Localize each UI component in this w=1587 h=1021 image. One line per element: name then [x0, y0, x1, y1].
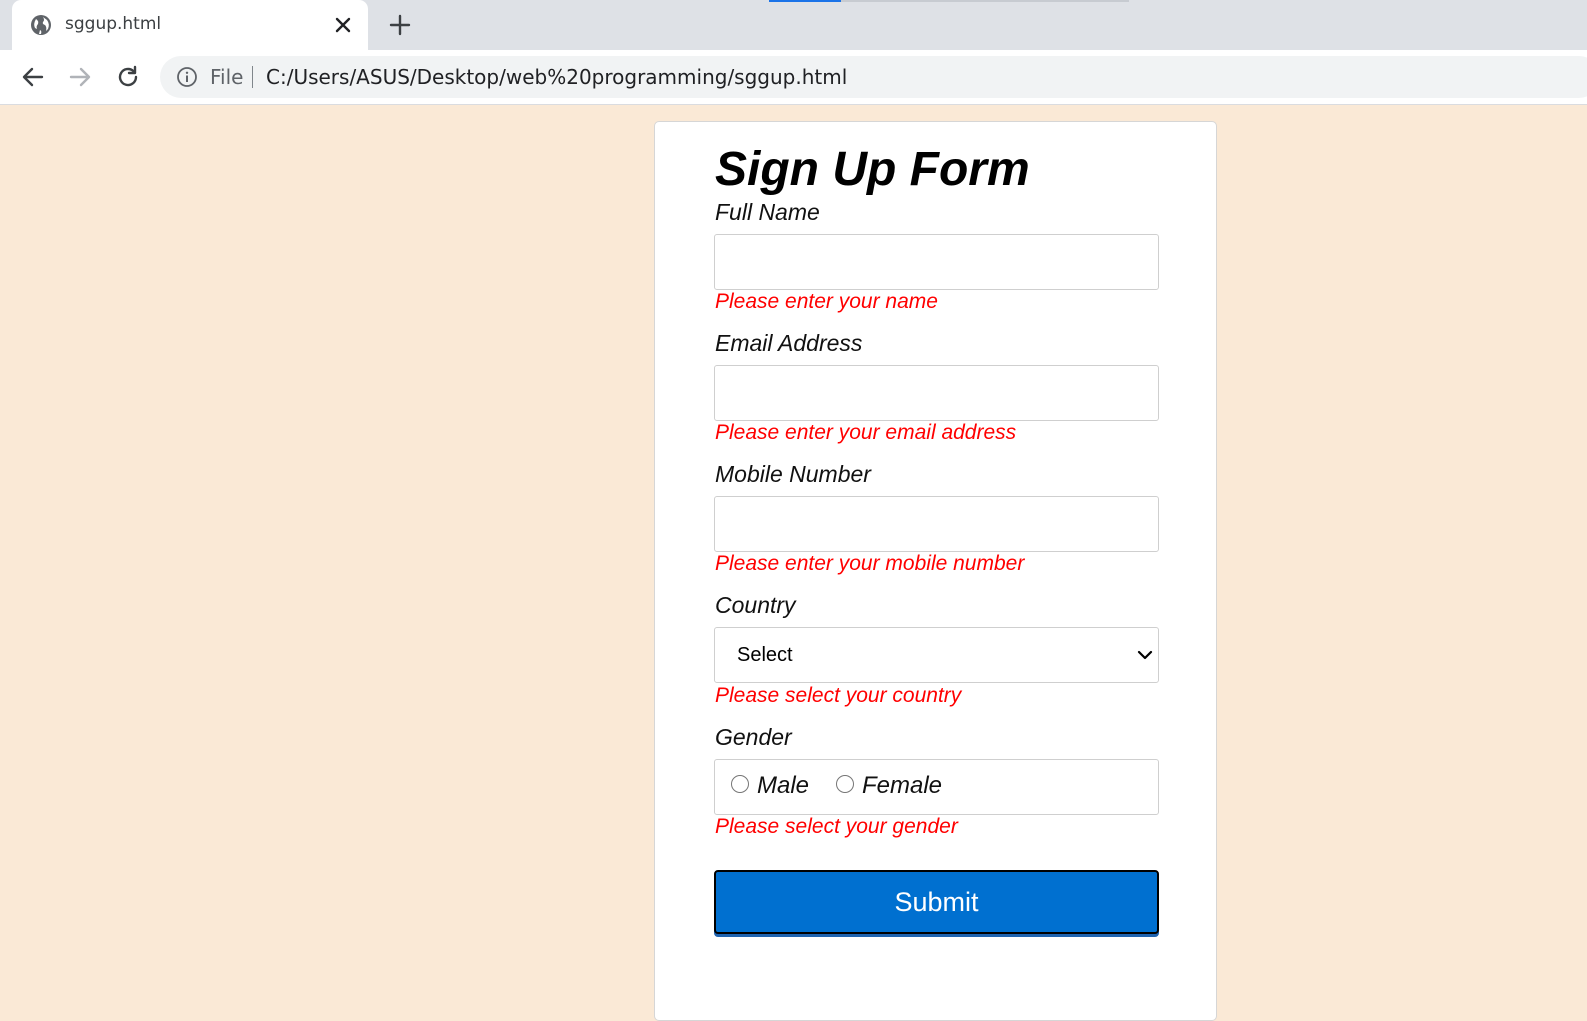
page-title: Sign Up Form [715, 143, 1030, 196]
female-radio-label[interactable]: Female [862, 772, 942, 800]
email-input[interactable] [714, 365, 1159, 421]
full-name-label: Full Name [715, 199, 820, 225]
country-label: Country [715, 592, 796, 618]
tab-title: sggup.html [65, 14, 162, 34]
back-arrow-icon[interactable] [20, 64, 46, 90]
female-radio[interactable] [836, 775, 854, 793]
active-tab[interactable]: sggup.html [12, 0, 368, 50]
email-error: Please enter your email address [715, 421, 1017, 444]
browser-toolbar: File C:/Users/ASUS/Desktop/web%20program… [0, 50, 1587, 105]
chevron-down-icon [1137, 650, 1153, 660]
email-label: Email Address [715, 330, 863, 356]
male-radio-label[interactable]: Male [757, 772, 809, 800]
info-icon[interactable] [176, 66, 198, 88]
forward-arrow-icon[interactable] [67, 64, 93, 90]
mobile-label: Mobile Number [715, 461, 871, 487]
file-scheme-label: File [210, 65, 244, 89]
male-radio[interactable] [731, 775, 749, 793]
tab-loading-indicator [769, 0, 841, 2]
close-icon[interactable] [332, 14, 354, 36]
country-selected-value: Select [737, 644, 793, 666]
gender-radio-group: Male Female [714, 759, 1159, 815]
reload-icon[interactable] [115, 64, 141, 90]
address-bar[interactable]: File C:/Users/ASUS/Desktop/web%20program… [160, 56, 1587, 98]
country-select[interactable]: Select [714, 627, 1159, 683]
url-text[interactable]: C:/Users/ASUS/Desktop/web%20programming/… [266, 65, 847, 89]
full-name-error: Please enter your name [715, 290, 938, 313]
full-name-input[interactable] [714, 234, 1159, 290]
country-error: Please select your country [715, 684, 962, 707]
submit-button[interactable]: Submit [714, 870, 1159, 934]
mobile-input[interactable] [714, 496, 1159, 552]
globe-icon [31, 15, 51, 35]
address-bar-separator [252, 66, 253, 88]
gender-label: Gender [715, 724, 792, 750]
new-tab-plus-icon[interactable] [388, 13, 412, 37]
gender-error: Please select your gender [715, 815, 958, 838]
tab-strip: sggup.html [0, 0, 1587, 50]
mobile-error: Please enter your mobile number [715, 552, 1025, 575]
tab-strip-divider [841, 0, 1129, 2]
